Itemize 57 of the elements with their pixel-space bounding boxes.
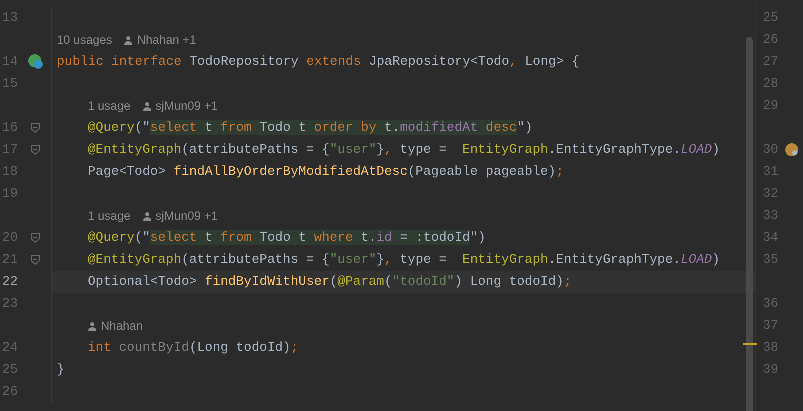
line-number: 38 [763,339,779,358]
line-number: 16 [2,119,18,138]
usages-link[interactable]: 1 usage [88,207,131,225]
code-line: Optional<Todo> findByIdWithUser(@Param("todoId") Long todoId); [88,273,572,292]
line-number: 21 [2,251,18,270]
code-line: public interface TodoRepository extends JpaRepository<Todo, Long> { [57,53,580,72]
line-number: 20 [2,229,18,248]
line-number: 24 [2,339,18,358]
line-number: 25 [763,9,779,28]
line-number: 18 [2,163,18,182]
scrollbar-thumb[interactable] [746,37,753,411]
fold-icon[interactable] [31,233,40,243]
line-number: 25 [2,361,18,380]
line-number: 22 [2,273,18,292]
line-number: 19 [2,185,18,204]
line-number: 29 [763,97,779,116]
author-link[interactable]: sjMun09 +1 [156,97,218,115]
code-line: } [57,361,65,380]
person-icon [142,102,152,110]
author-link[interactable]: Nhahan [101,317,144,335]
line-number: 14 [2,53,18,72]
line-number: 26 [2,383,18,402]
line-number: 13 [2,9,18,28]
line-number: 37 [763,317,779,336]
code-line: @EntityGraph(attributePaths = {"user"}, type = EntityGraph.EntityGraphType.LOAD) [88,251,720,270]
line-number: 17 [2,141,18,160]
override-icon[interactable] [784,143,799,157]
code-line: @EntityGraph(attributePaths = {"user"}, type = EntityGraph.EntityGraphType.LOAD) [88,141,720,160]
line-number: 33 [763,207,779,226]
implemented-icon[interactable] [28,54,44,70]
line-number: 34 [763,229,779,248]
line-number: 27 [763,53,779,72]
line-number: 23 [2,295,18,314]
line-number: 30 [763,141,779,160]
line-number: 36 [763,295,779,314]
line-number: 39 [763,361,779,380]
line-number: 28 [763,75,779,94]
code-line: int countById(Long todoId); [88,339,299,358]
author-link[interactable]: sjMun09 +1 [156,207,218,225]
code-line: @Query("select t from Todo t order by t.modifiedAt desc") [88,119,533,138]
person-icon [124,36,134,44]
fold-icon[interactable] [31,145,40,155]
line-number: 15 [2,75,18,94]
code-line: @Query("select t from Todo t where t.id = :todoId") [88,229,486,248]
warning-marker[interactable] [743,343,757,345]
fold-icon[interactable] [31,123,40,133]
line-number: 32 [763,185,779,204]
code-line: Page<Todo> findAllByOrderByModifiedAtDesc(Pageable pageable); [88,163,564,182]
person-icon [142,212,152,220]
line-number: 26 [763,31,779,50]
author-link[interactable]: Nhahan +1 [137,31,196,49]
line-number: 31 [763,163,779,182]
person-icon [88,322,97,330]
line-number: 35 [763,251,779,270]
usages-link[interactable]: 1 usage [88,97,131,115]
usages-link[interactable]: 10 usages [57,31,112,49]
fold-icon[interactable] [31,255,40,265]
